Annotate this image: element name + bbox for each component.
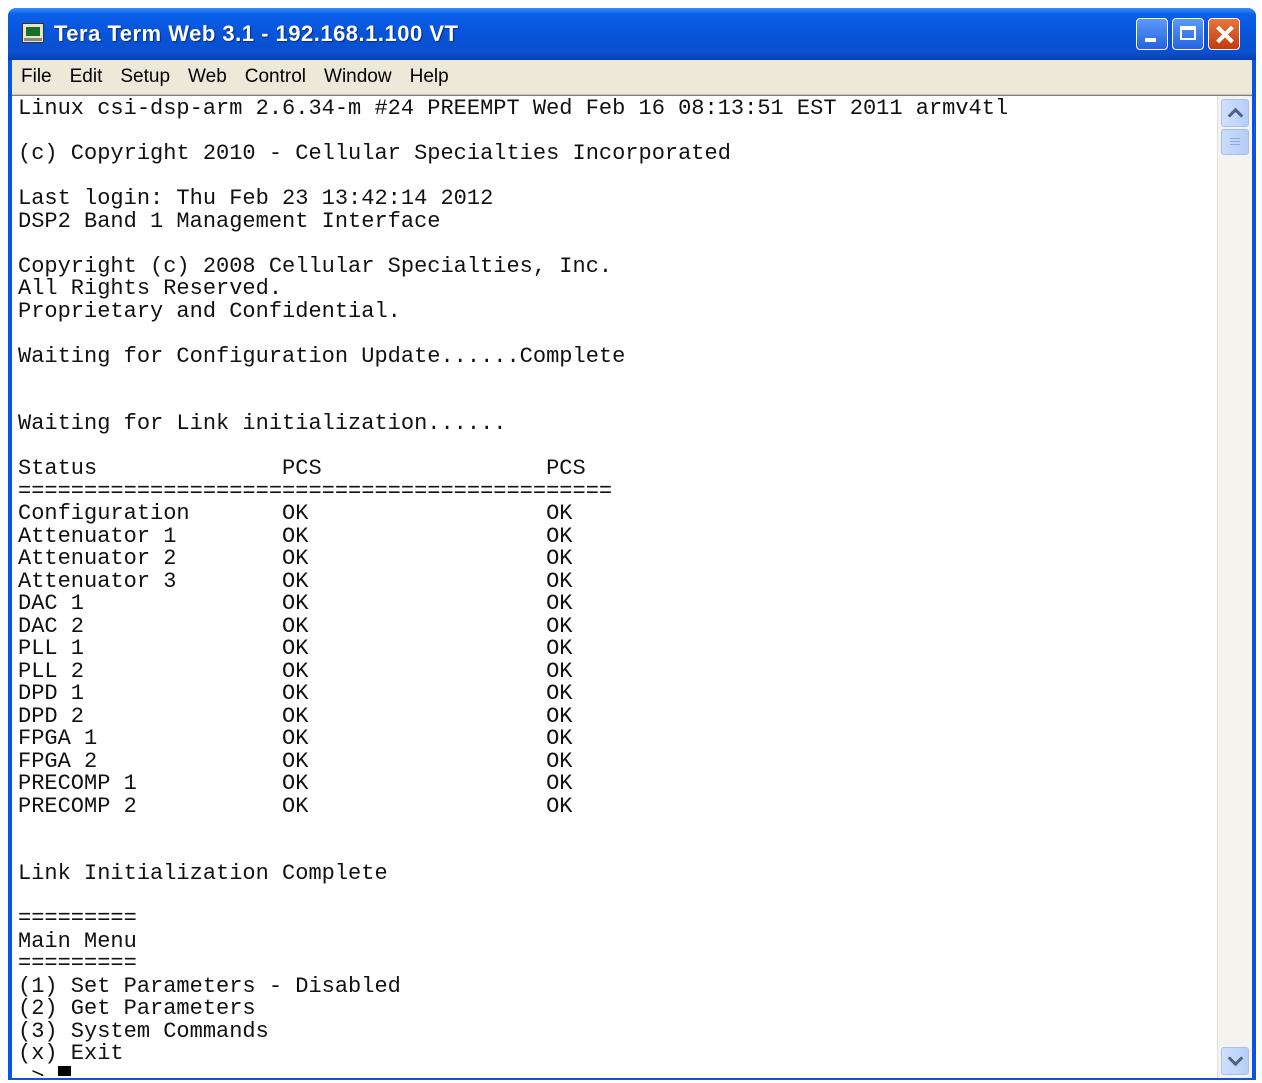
terminal-line: Main Menu [18,928,137,954]
terminal-line: Status PCS PCS [18,456,586,481]
terminal-line: Proprietary and Confidential. [18,298,401,324]
menu-window[interactable]: Window [315,60,401,94]
terminal-line: Attenuator 1 OK OK [18,523,573,549]
close-button[interactable] [1208,18,1240,50]
terminal-line: DAC 2 OK OK [18,613,573,639]
scroll-down-arrow-icon[interactable] [1221,1047,1249,1075]
terminal-line: (3) System Commands [18,1018,269,1044]
terminal-line: Last login: Thu Feb 23 13:42:14 2012 [18,186,494,211]
title-bar[interactable]: Tera Term Web 3.1 - 192.168.1.100 VT [8,8,1256,60]
terminal-line: Waiting for Link initialization...... [18,411,507,436]
menu-file[interactable]: File [12,60,61,94]
terminal-line: (2) Get Parameters [18,996,256,1021]
terminal-line: Configuration OK OK [18,501,573,526]
terminal-line: FPGA 1 OK OK [18,726,573,751]
terminal-line: (x) Exit [18,1041,124,1066]
terminal-line: ========= [18,951,137,976]
terminal-line: (c) Copyright 2010 - Cellular Specialtie… [18,141,731,166]
menu-edit[interactable]: Edit [61,60,112,94]
terminal-line: FPGA 2 OK OK [18,748,573,774]
terminal-line: Waiting for Configuration Update......Co… [18,343,626,369]
menu-setup[interactable]: Setup [111,60,179,94]
menu-bar: File Edit Setup Web Control Window Help [12,60,1252,95]
terminal-line: Attenuator 3 OK OK [18,568,573,594]
terminal-line: PLL 2 OK OK [18,658,573,684]
scroll-up-arrow-icon[interactable] [1221,99,1249,127]
terminal-output[interactable]: Linux csi-dsp-arm 2.6.34-m #24 PREEMPT W… [18,98,1216,1076]
terminal-window: Tera Term Web 3.1 - 192.168.1.100 VT Fil… [8,8,1256,1080]
terminal-line: All Rights Reserved. [18,276,283,301]
terminal-line: DPD 2 OK OK [18,703,573,729]
maximize-button[interactable] [1172,18,1204,50]
terminal-line: Attenuator 2 OK OK [18,546,573,571]
terminal-line: Link Initialization Complete [18,861,388,886]
terminal-line: ========================================… [18,478,613,504]
menu-help[interactable]: Help [401,60,458,94]
terminal-app-icon[interactable] [22,23,44,43]
terminal-line: DPD 1 OK OK [18,681,573,706]
terminal-line: Linux csi-dsp-arm 2.6.34-m #24 PREEMPT W… [18,98,1009,121]
terminal-line: DAC 1 OK OK [18,591,573,616]
scroll-thumb[interactable] [1221,129,1249,155]
terminal-line: -> [18,1065,1216,1076]
menu-web[interactable]: Web [179,60,236,94]
terminal-line: PRECOMP 2 OK OK [18,793,573,819]
terminal-client-area[interactable]: Linux csi-dsp-arm 2.6.34-m #24 PREEMPT W… [12,95,1252,1078]
terminal-line: (1) Set Parameters - Disabled [18,973,401,999]
minimize-button[interactable] [1136,18,1168,50]
vertical-scrollbar[interactable] [1217,96,1252,1078]
terminal-line: PLL 1 OK OK [18,636,573,661]
menu-control[interactable]: Control [236,60,315,94]
window-title: Tera Term Web 3.1 - 192.168.1.100 VT [54,21,459,46]
terminal-line: ========= [18,906,137,931]
terminal-line: Copyright (c) 2008 Cellular Specialties,… [18,253,613,279]
text-cursor [57,1065,71,1076]
terminal-line: PRECOMP 1 OK OK [18,771,573,796]
terminal-line: DSP2 Band 1 Management Interface [18,208,441,234]
